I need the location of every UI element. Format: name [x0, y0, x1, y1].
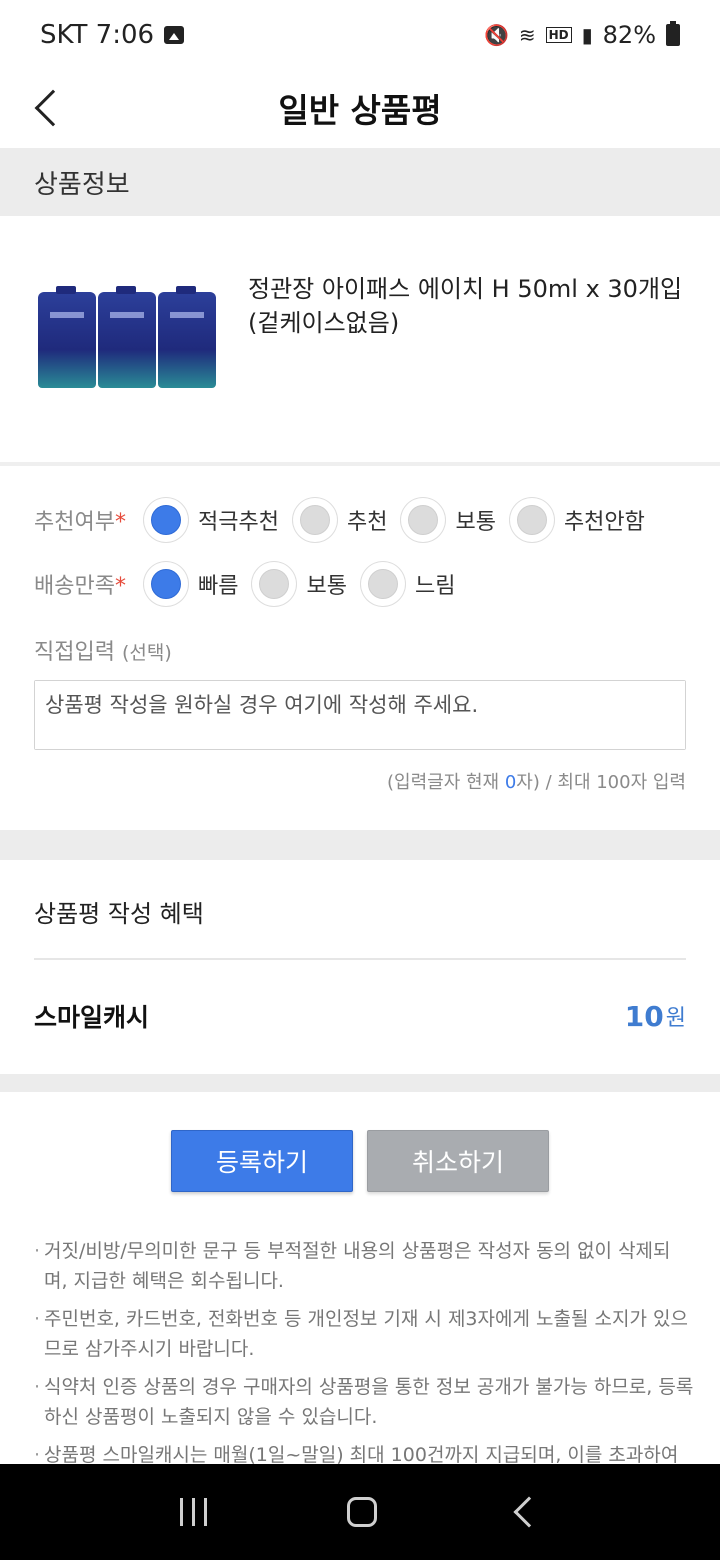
- recommend-option-strong[interactable]: 적극추천: [144, 498, 279, 542]
- option-label: 적극추천: [198, 510, 279, 535]
- signal-icon: ▮: [581, 23, 593, 47]
- product-card: 정관장 아이패스 에이치 H 50ml x 30개입(겉케이스없음): [0, 216, 720, 466]
- delivery-option-normal[interactable]: 보통: [252, 562, 347, 606]
- benefit-row: 스마일캐시 10 원: [34, 996, 686, 1036]
- benefit-value: 10: [624, 999, 664, 1033]
- delivery-option-slow[interactable]: 느림: [360, 562, 456, 606]
- benefit-title: 상품평 작성 혜택: [34, 900, 204, 928]
- section-divider: [0, 830, 720, 860]
- status-bar: SKT 7:06 🔇 ≋ HD ▮ 82%: [0, 0, 720, 70]
- optional-label: (선택): [121, 642, 172, 664]
- required-mark: *: [114, 510, 126, 535]
- wifi-icon: ≋: [518, 23, 536, 47]
- product-image: [34, 286, 216, 406]
- status-left: SKT 7:06: [40, 20, 185, 50]
- direct-input-label-text: 직접입력: [34, 640, 115, 665]
- hd-voice-icon: HD: [545, 27, 572, 43]
- product-pack: [158, 286, 216, 388]
- cancel-button[interactable]: 취소하기: [367, 1130, 549, 1192]
- status-right: 🔇 ≋ HD ▮ 82%: [484, 21, 680, 49]
- direct-input-label: 직접입력 (선택): [34, 634, 172, 666]
- section-divider: [0, 1074, 720, 1092]
- required-mark: *: [114, 574, 126, 599]
- battery-level: 82%: [602, 21, 656, 49]
- counter-current: 0: [504, 772, 517, 793]
- review-textarea-wrapper: [34, 680, 686, 750]
- review-textarea[interactable]: [35, 681, 685, 749]
- option-label: 보통: [306, 574, 347, 599]
- recent-apps-icon[interactable]: [180, 1498, 208, 1526]
- app-header: 일반 상품평: [0, 70, 720, 146]
- notice-item: 식약처 인증 상품의 경우 구매자의 상품평을 통한 정보 공개가 불가능 하므…: [34, 1372, 694, 1432]
- counter-prefix: (입력글자 현재: [387, 772, 505, 793]
- divider: [34, 958, 686, 960]
- notice-item: 거짓/비방/무의미한 문구 등 부적절한 내용의 상품평은 작성자 동의 없이 …: [34, 1236, 694, 1296]
- radio-icon: [292, 498, 337, 542]
- option-label: 빠름: [198, 574, 239, 599]
- recommend-option-no[interactable]: 추천안함: [509, 498, 645, 542]
- notice-list: 거짓/비방/무의미한 문구 등 부적절한 내용의 상품평은 작성자 동의 없이 …: [34, 1236, 694, 1478]
- radio-icon: [360, 562, 405, 606]
- recommend-option-neutral[interactable]: 보통: [401, 498, 496, 542]
- back-button[interactable]: [28, 78, 72, 138]
- radio-selected-icon: [144, 498, 188, 542]
- char-counter: (입력글자 현재 0자) / 최대 100자 입력: [387, 768, 686, 794]
- system-nav-bar: [0, 1464, 720, 1560]
- counter-suffix: 자) / 최대 100자 입력: [516, 772, 686, 793]
- product-name: 정관장 아이패스 에이치 H 50ml x 30개입(겉케이스없음): [248, 275, 683, 337]
- chevron-left-icon: [34, 89, 72, 127]
- product-pack: [98, 286, 156, 388]
- radio-icon: [401, 498, 446, 542]
- option-label: 보통: [455, 510, 496, 535]
- option-label: 추천안함: [563, 510, 645, 535]
- radio-icon: [252, 562, 297, 606]
- recommend-label: 추천여부*: [34, 504, 144, 536]
- submit-button[interactable]: 등록하기: [171, 1130, 353, 1192]
- product-info-section-title: 상품정보: [0, 148, 720, 216]
- delivery-label-text: 배송만족: [34, 574, 115, 599]
- benefit-name: 스마일캐시: [34, 1003, 150, 1032]
- recommend-label-text: 추천여부: [34, 510, 115, 535]
- home-icon[interactable]: [347, 1497, 378, 1527]
- mute-icon: 🔇: [483, 23, 509, 47]
- notice-item: 주민번호, 카드번호, 전화번호 등 개인정보 기재 시 제3자에게 노출될 소…: [34, 1304, 694, 1364]
- recommend-option-yes[interactable]: 추천: [292, 498, 388, 542]
- delivery-label: 배송만족*: [34, 568, 144, 600]
- option-label: 추천: [346, 510, 388, 535]
- carrier-time: SKT 7:06: [40, 20, 155, 50]
- delivery-row: 배송만족* 빠름 보통 느림: [34, 562, 469, 606]
- delivery-option-fast[interactable]: 빠름: [144, 562, 238, 606]
- image-icon: [164, 26, 185, 44]
- recommend-row: 추천여부* 적극추천 추천 보통 추천안함: [34, 498, 659, 542]
- benefit-unit: 원: [665, 1006, 686, 1031]
- product-pack: [38, 286, 96, 388]
- radio-selected-icon: [144, 562, 188, 606]
- option-label: 느림: [414, 574, 456, 599]
- battery-icon: [666, 21, 680, 46]
- radio-icon: [509, 498, 554, 542]
- page-title: 일반 상품평: [278, 91, 442, 130]
- back-nav-icon[interactable]: [513, 1496, 545, 1528]
